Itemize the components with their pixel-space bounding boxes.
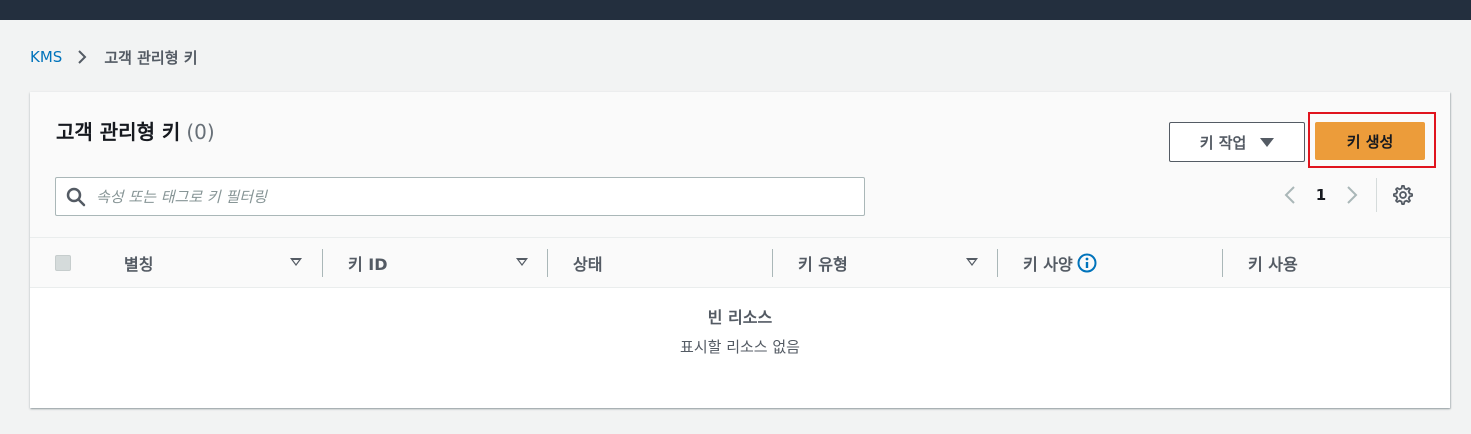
column-header-key-id[interactable]: 키 ID xyxy=(348,238,538,288)
column-divider xyxy=(1222,249,1223,277)
key-count: (0) xyxy=(186,120,215,144)
breadcrumb-kms-link[interactable]: KMS xyxy=(30,48,62,66)
top-navigation-bar xyxy=(0,0,1471,20)
empty-description: 표시할 리소스 없음 xyxy=(680,338,800,356)
create-key-label: 키 생성 xyxy=(1346,132,1394,151)
page-number[interactable]: 1 xyxy=(1302,186,1340,204)
filter-input[interactable] xyxy=(96,187,856,206)
caret-down-icon xyxy=(1260,137,1275,147)
chevron-right-icon[interactable] xyxy=(1340,180,1364,210)
sort-caret-icon[interactable] xyxy=(966,258,978,266)
column-divider xyxy=(547,249,548,277)
info-icon[interactable] xyxy=(1077,253,1097,273)
column-divider xyxy=(997,249,998,277)
panel-header: 고객 관리형 키 (0) 키 작업 키 생성 1 xyxy=(30,92,1450,238)
column-header-key-usage[interactable]: 키 사용 xyxy=(1248,238,1438,288)
empty-state: 빈 리소스 표시할 리소스 없음 xyxy=(30,304,1450,362)
sort-caret-icon[interactable] xyxy=(516,258,528,266)
pagination-divider xyxy=(1376,178,1377,212)
column-label: 키 ID xyxy=(348,255,388,274)
column-header-alias[interactable]: 별칭 xyxy=(124,238,314,288)
key-actions-label: 키 작업 xyxy=(1199,133,1247,152)
breadcrumb: KMS 고객 관리형 키 xyxy=(30,46,198,68)
column-label: 상태 xyxy=(573,255,603,274)
column-label: 키 사용 xyxy=(1248,255,1298,274)
create-key-button[interactable]: 키 생성 xyxy=(1315,122,1425,160)
gear-icon[interactable] xyxy=(1391,183,1415,207)
column-label: 별칭 xyxy=(124,255,154,274)
column-header-key-spec[interactable]: 키 사양 xyxy=(1023,238,1213,288)
pagination: 1 xyxy=(1278,178,1415,212)
table-header: 별칭 키 ID 상태 키 유형 키 사양 키 사용 xyxy=(30,238,1450,288)
column-label: 키 사양 xyxy=(1023,255,1073,274)
sort-caret-icon[interactable] xyxy=(290,258,302,266)
column-label: 키 유형 xyxy=(798,255,848,274)
key-actions-dropdown[interactable]: 키 작업 xyxy=(1169,122,1305,162)
column-header-key-type[interactable]: 키 유형 xyxy=(798,238,988,288)
column-divider xyxy=(772,249,773,277)
title-text: 고객 관리형 키 xyxy=(56,120,181,144)
select-all-checkbox[interactable] xyxy=(55,255,71,271)
chevron-right-icon xyxy=(68,46,96,68)
column-divider xyxy=(322,249,323,277)
breadcrumb-current: 고객 관리형 키 xyxy=(104,48,198,67)
column-header-status[interactable]: 상태 xyxy=(573,238,763,288)
chevron-left-icon[interactable] xyxy=(1278,180,1302,210)
filter-search-box xyxy=(55,177,865,216)
keys-table-panel: 고객 관리형 키 (0) 키 작업 키 생성 1 xyxy=(30,92,1450,408)
empty-title: 빈 리소스 xyxy=(707,308,773,327)
search-icon xyxy=(66,187,86,207)
page-title: 고객 관리형 키 (0) xyxy=(56,116,215,145)
